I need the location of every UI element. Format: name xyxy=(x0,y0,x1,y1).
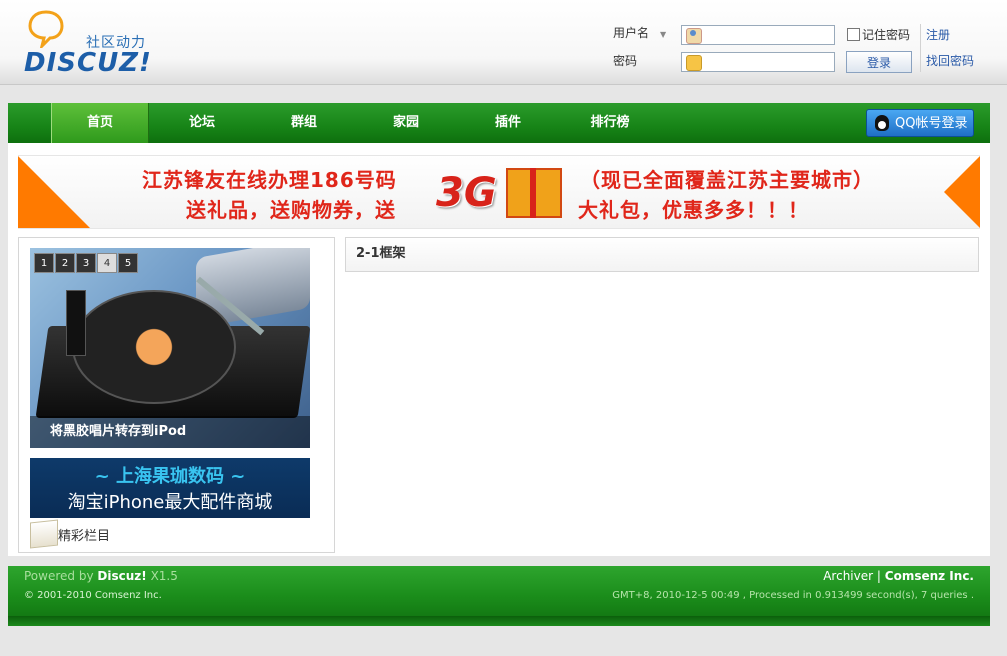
promo-title: ~ 上海果珈数码 ~ xyxy=(94,466,246,487)
pager-button[interactable]: 3 xyxy=(76,253,96,273)
link-separator: | xyxy=(876,569,881,583)
nav-item-ranking[interactable]: 排行榜 xyxy=(562,103,658,143)
forgot-password-link[interactable]: 找回密码 xyxy=(926,52,974,69)
password-input[interactable] xyxy=(681,52,835,72)
main-frame: 首页 论坛 群组 家园 插件 排行榜 QQ帐号登录 江苏锋友在线办理186号码 … xyxy=(8,103,990,556)
iphone-image xyxy=(66,290,86,356)
remember-checkbox[interactable] xyxy=(847,28,860,41)
powered-version: X1.5 xyxy=(150,569,178,583)
chevron-down-icon[interactable]: ▼ xyxy=(660,30,666,39)
banner-text-2: 送礼品，送购物券，送 xyxy=(186,198,396,222)
nav-item-plugins[interactable]: 插件 xyxy=(460,103,556,143)
slideshow-pager: 12345 xyxy=(34,253,139,273)
nav-item-groups[interactable]: 群组 xyxy=(256,103,352,143)
archiver-link[interactable]: Archiver xyxy=(823,569,873,583)
image-slideshow[interactable]: 12345 将黑胶唱片转存到iPod xyxy=(30,248,310,448)
qq-penguin-icon xyxy=(875,115,889,131)
powered-prefix: Powered by xyxy=(24,569,94,583)
username-label: 用户名 xyxy=(613,26,650,40)
left-column-panel: 12345 将黑胶唱片转存到iPod ~ 上海果珈数码 ~ 淘宝iPhone最大… xyxy=(18,237,335,553)
processing-stats: GMT+8, 2010-12-5 00:49 , Processed in 0.… xyxy=(612,590,974,601)
nav-item-home-space[interactable]: 家园 xyxy=(358,103,454,143)
site-footer: Powered by Discuz! X1.5 © 2001-2010 Coms… xyxy=(8,566,990,626)
column-icon xyxy=(30,519,58,549)
login-button[interactable]: 登录 xyxy=(846,51,912,73)
user-icon xyxy=(686,28,702,44)
banner-text-1: 江苏锋友在线办理186号码 xyxy=(142,168,397,192)
password-label: 密码 xyxy=(613,54,638,68)
username-input[interactable] xyxy=(681,25,835,45)
logo-wordmark: DISCUZ! xyxy=(24,48,152,78)
main-nav: 首页 论坛 群组 家园 插件 排行榜 QQ帐号登录 xyxy=(8,103,990,143)
remember-label[interactable]: 记住密码 xyxy=(862,26,910,43)
nav-item-forum[interactable]: 论坛 xyxy=(154,103,250,143)
banner-text-3: （现已全面覆盖江苏主要城市） xyxy=(580,168,874,192)
pager-button[interactable]: 5 xyxy=(118,253,138,273)
powered-brand-link[interactable]: Discuz! xyxy=(97,569,146,583)
pager-button-active[interactable]: 4 xyxy=(97,253,117,273)
banner-text-4: 大礼包，优惠多多！！！ xyxy=(578,198,809,222)
frame-title: 2-1框架 xyxy=(356,246,406,261)
ad-banner[interactable]: 江苏锋友在线办理186号码 送礼品，送购物券，送 3G （现已全面覆盖江苏主要城… xyxy=(18,155,980,229)
gift-box-icon xyxy=(506,168,562,218)
copyright: © 2001-2010 Comsenz Inc. xyxy=(24,590,162,601)
section-title[interactable]: 精彩栏目 xyxy=(58,525,110,544)
register-link[interactable]: 注册 xyxy=(926,26,950,43)
slide-caption[interactable]: 将黑胶唱片转存到iPod xyxy=(30,416,310,448)
qq-login-button[interactable]: QQ帐号登录 xyxy=(866,109,974,137)
footer-links: Archiver | Comsenz Inc. xyxy=(823,569,974,583)
site-header: 社区动力 DISCUZ! 用户名 ▼ 密码 记住密码 注册 登录 找回密码 xyxy=(0,0,1007,85)
lock-icon xyxy=(686,55,702,71)
china-unicom-logo xyxy=(18,156,90,228)
powered-by: Powered by Discuz! X1.5 xyxy=(24,569,178,583)
qq-login-label: QQ帐号登录 xyxy=(895,116,968,131)
wo-logo xyxy=(944,156,980,228)
company-link[interactable]: Comsenz Inc. xyxy=(885,569,974,583)
frame-2-1: 2-1框架 xyxy=(345,237,979,272)
divider xyxy=(920,24,921,72)
pager-button[interactable]: 1 xyxy=(34,253,54,273)
copyright-text: © 2001-2010 Comsenz Inc. xyxy=(24,590,162,601)
nav-item-home[interactable]: 首页 xyxy=(51,103,149,143)
promo-subtitle: 淘宝iPhone最大配件商城 xyxy=(67,492,273,513)
vinyl-record-image xyxy=(72,290,236,404)
pager-button[interactable]: 2 xyxy=(55,253,75,273)
promo-banner[interactable]: ~ 上海果珈数码 ~ 淘宝iPhone最大配件商城 xyxy=(30,458,310,518)
banner-3g-badge: 3G xyxy=(436,170,497,216)
footer-bottom-bar xyxy=(8,616,990,626)
speech-bubble-icon xyxy=(28,10,64,48)
